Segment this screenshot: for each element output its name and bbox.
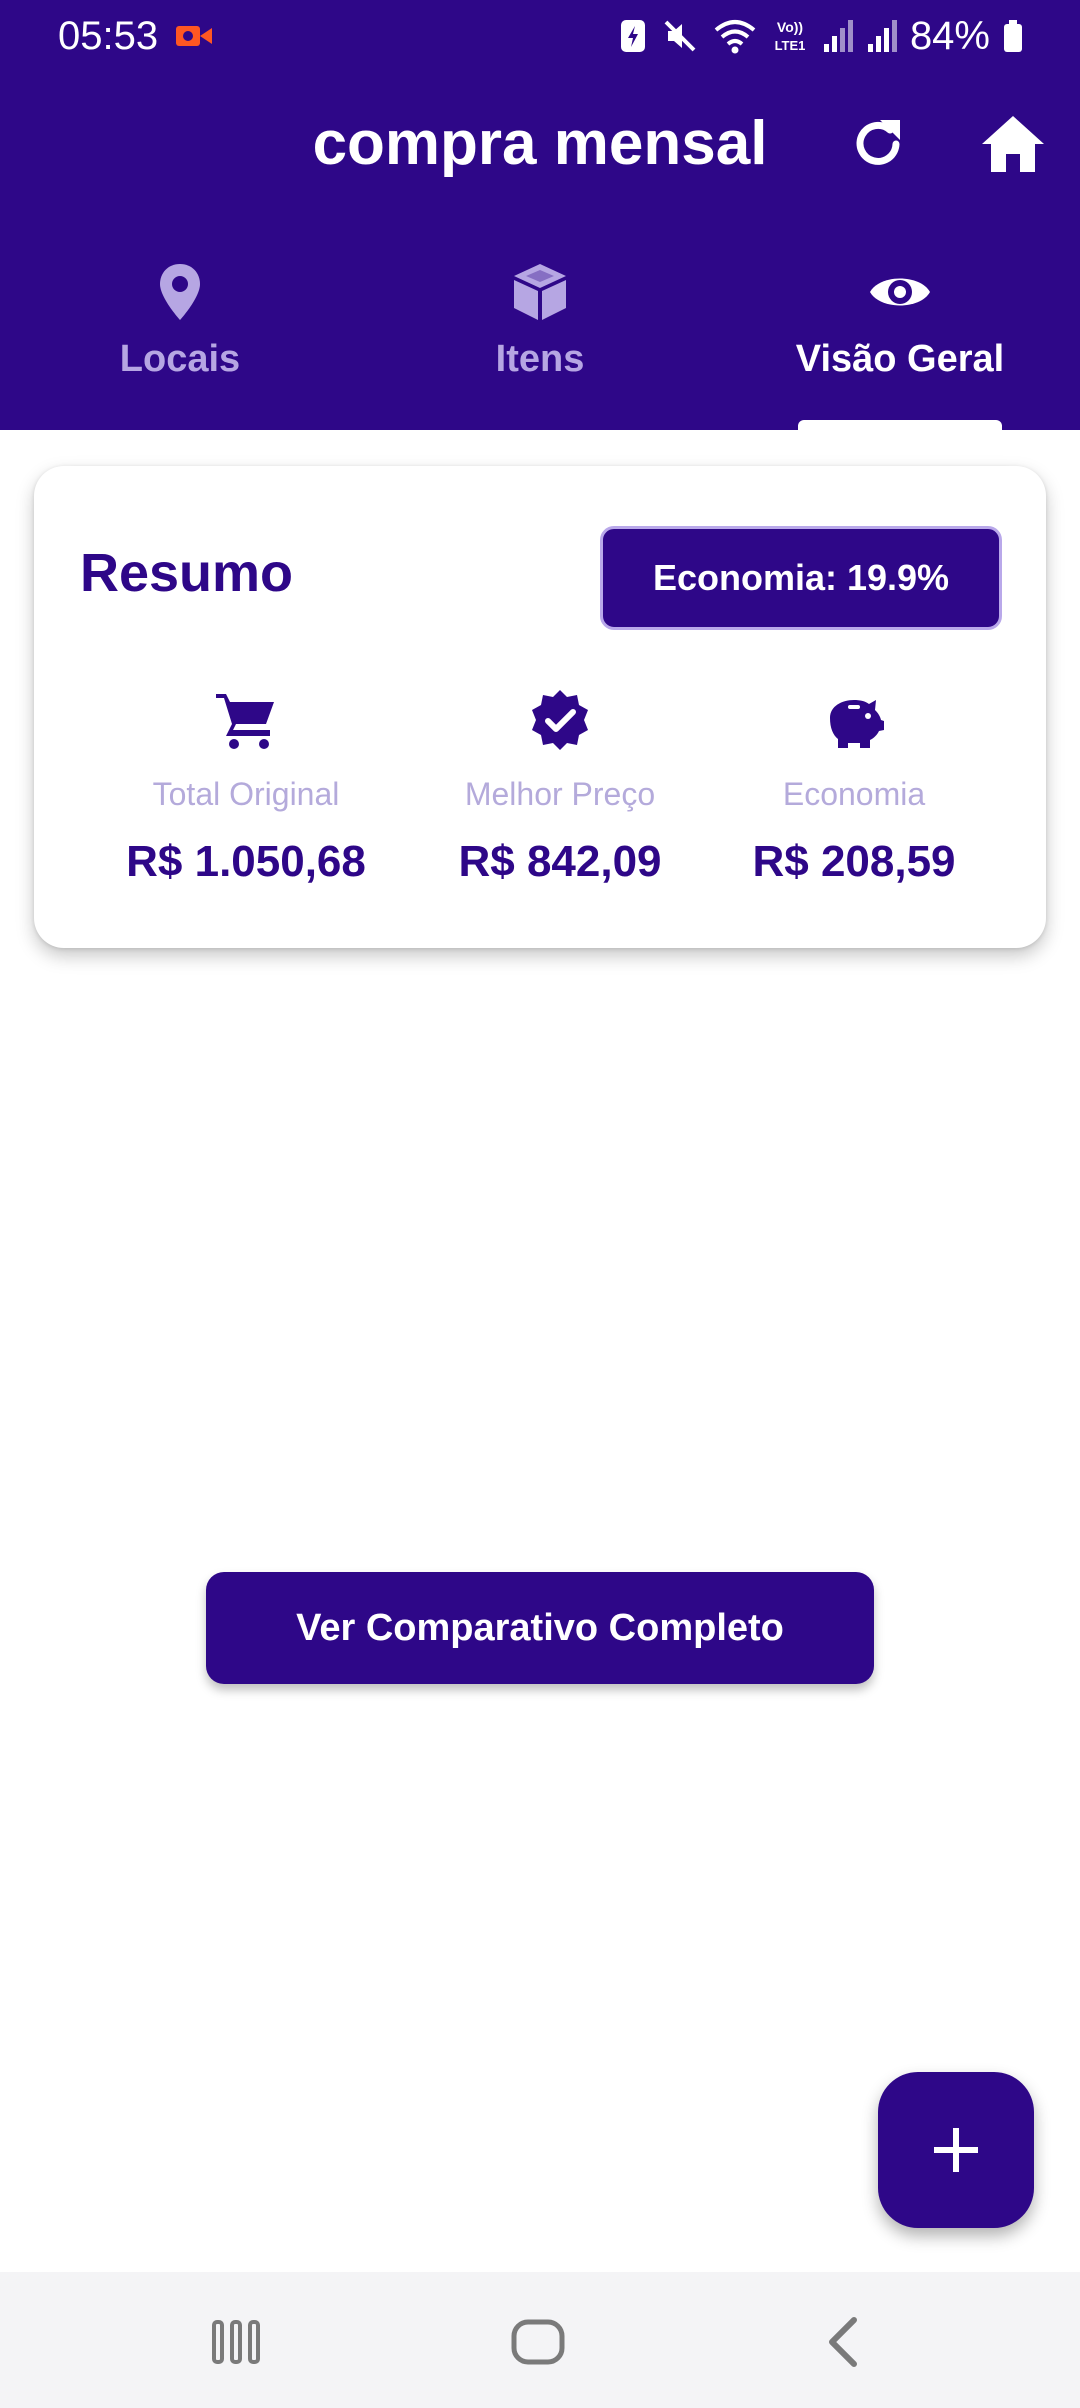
stat-value: R$ 208,59 [752,837,956,886]
active-tab-indicator [798,420,1002,430]
home-icon[interactable] [978,110,1048,180]
battery-icon [1002,16,1024,56]
stat-economia: Economia R$ 208,59 [694,688,1014,908]
tab-locais[interactable]: Locais [0,250,360,430]
piggy-bank-icon [830,700,884,748]
back-icon[interactable] [814,2312,874,2372]
status-bar: 05:53 Vo)) LTE1 84% [0,0,1080,72]
add-fab-button[interactable] [878,2072,1034,2228]
summary-card: Resumo Economia: 19.9% Total Original R$… [34,466,1046,948]
recents-icon[interactable] [206,2312,266,2372]
screen-record-icon [176,26,212,46]
volte-icon: Vo)) LTE1 [770,16,810,56]
summary-title: Resumo [80,543,294,603]
app-header: 05:53 Vo)) LTE1 84% compra mensal Locais… [0,0,1080,430]
stat-value: R$ 842,09 [458,837,662,886]
tab-visao-geral[interactable]: Visão Geral [720,250,1080,430]
page-title: compra mensal [312,109,768,178]
box-icon [514,264,566,320]
status-icons: Vo)) LTE1 84% [618,10,1024,62]
battery-percent: 84% [909,14,990,58]
svg-text:LTE1: LTE1 [775,38,806,53]
cart-icon [216,694,274,749]
stat-total-original: Total Original R$ 1.050,68 [86,688,406,908]
stat-label: Economia [782,776,926,812]
stat-label: Total Original [152,776,340,812]
compare-button[interactable]: Ver Comparativo Completo [206,1572,874,1684]
wifi-icon [712,16,758,56]
tab-bar: Locais Itens Visão Geral [0,250,1080,430]
mute-icon [660,16,700,56]
system-nav-bar [0,2272,1080,2408]
eye-icon [870,278,930,306]
tab-itens[interactable]: Itens [360,250,720,430]
refresh-icon[interactable] [846,112,910,176]
stat-value: R$ 1.050,68 [126,837,366,886]
svg-text:Vo)): Vo)) [777,19,803,35]
data-saver-icon [618,16,648,56]
tab-label: Locais [119,338,241,380]
tab-label: Visão Geral [795,338,1005,380]
signal-icon [866,16,898,56]
home-icon[interactable] [508,2312,568,2372]
map-pin-icon [160,264,200,320]
stat-melhor-preco: Melhor Preço R$ 842,09 [400,688,720,908]
app-screen: 05:53 Vo)) LTE1 84% compra mensal Locais… [0,0,1080,2408]
signal-icon [822,16,854,56]
savings-badge: Economia: 19.9% [600,526,1002,630]
verified-badge-icon [532,690,588,750]
tab-label: Itens [495,338,585,380]
plus-icon [934,2128,978,2172]
status-time: 05:53 [58,14,159,58]
stat-label: Melhor Preço [464,776,656,812]
